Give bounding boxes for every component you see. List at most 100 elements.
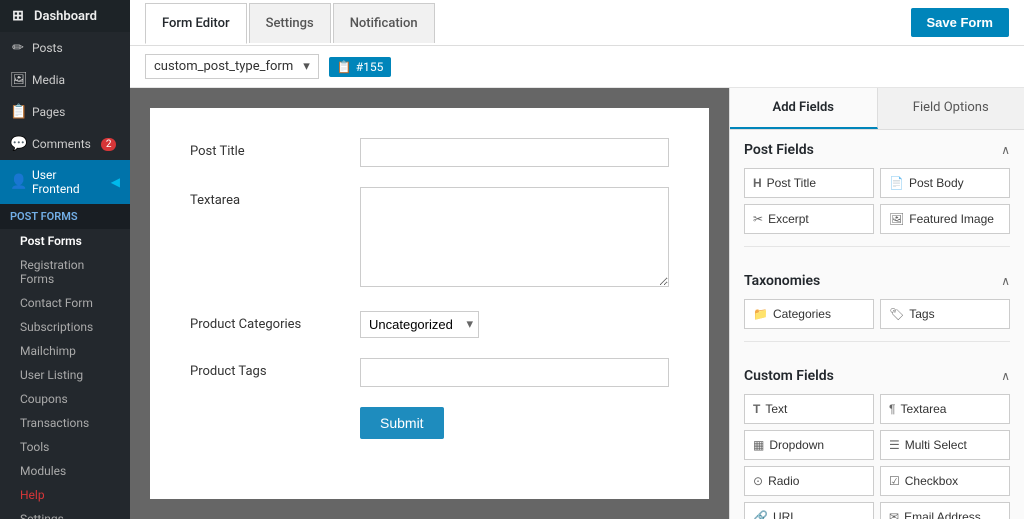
form-id-clipboard-icon: 📋 (337, 60, 352, 74)
text-icon: T (753, 402, 760, 416)
submit-label-spacer (190, 407, 340, 413)
sidebar-item-media[interactable]: 🖼 Media (0, 64, 130, 96)
media-icon: 🖼 (10, 72, 26, 88)
sidebar-sub-contact-form[interactable]: Contact Form (0, 291, 130, 315)
main-area: Form Editor Settings Notification Save F… (130, 0, 1024, 519)
post-title-input[interactable] (360, 138, 669, 167)
sidebar-sub-user-listing[interactable]: User Listing (0, 363, 130, 387)
save-form-button[interactable]: Save Form (911, 8, 1009, 37)
sidebar-item-posts[interactable]: ✏ Posts (0, 32, 130, 64)
right-panel: Add Fields Field Options Post Fields ∧ H… (729, 88, 1024, 519)
field-btn-url[interactable]: 🔗 URL (744, 502, 874, 519)
field-btn-post-title[interactable]: H Post Title (744, 168, 874, 198)
field-btn-categories[interactable]: 📁 Categories (744, 299, 874, 329)
sidebar-item-comments[interactable]: 💬 Comments 2 (0, 128, 130, 160)
dropdown-arrow-icon: ▾ (303, 59, 310, 74)
sidebar-item-user-frontend[interactable]: 👤 User Frontend ◀ (0, 160, 130, 204)
sidebar-logo[interactable]: ⊞ Dashboard (0, 0, 130, 32)
tab-form-editor[interactable]: Form Editor (145, 3, 247, 44)
form-row-submit: Submit (190, 407, 669, 439)
post-title-icon: H (753, 176, 762, 190)
sidebar-sub-modules[interactable]: Modules (0, 459, 130, 483)
sidebar-sub-coupons[interactable]: Coupons (0, 387, 130, 411)
tab-settings[interactable]: Settings (249, 3, 331, 43)
multi-select-icon: ☰ (889, 438, 900, 452)
form-name-selector[interactable]: custom_post_type_form ▾ (145, 54, 319, 79)
field-btn-text[interactable]: T Text (744, 394, 874, 424)
textarea-icon: ¶ (889, 402, 895, 416)
sidebar-logo-label: Dashboard (34, 9, 97, 24)
taxonomies-title: Taxonomies (744, 273, 820, 289)
panel-tabs: Add Fields Field Options (730, 88, 1024, 130)
sidebar-sub-subscriptions[interactable]: Subscriptions (0, 315, 130, 339)
editor-area: Post Title Textarea Product Categories (130, 88, 1024, 519)
url-icon: 🔗 (753, 510, 768, 519)
post-fields-collapse-icon[interactable]: ∧ (1001, 143, 1010, 157)
form-canvas: Post Title Textarea Product Categories (150, 108, 709, 499)
form-canvas-wrap: Post Title Textarea Product Categories (130, 88, 729, 519)
field-btn-post-body[interactable]: 📄 Post Body (880, 168, 1010, 198)
panel-tab-add-fields[interactable]: Add Fields (730, 88, 878, 129)
dashboard-icon: ⊞ (10, 8, 26, 24)
user-frontend-icon: 👤 (10, 174, 26, 190)
field-btn-radio[interactable]: ⊙ Radio (744, 466, 874, 496)
field-textarea (360, 187, 669, 291)
form-row-textarea: Textarea (190, 187, 669, 291)
field-label-product-categories: Product Categories (190, 311, 340, 332)
main-tabs: Form Editor Settings Notification (145, 3, 437, 43)
field-btn-checkbox[interactable]: ☑ Checkbox (880, 466, 1010, 496)
product-categories-select[interactable]: Uncategorized (360, 311, 479, 338)
sidebar-sub-post-forms[interactable]: Post Forms (0, 229, 130, 253)
sidebar-sub-help[interactable]: Help (0, 483, 130, 507)
field-btn-email-address[interactable]: ✉ Email Address (880, 502, 1010, 519)
field-btn-excerpt[interactable]: ✂ Excerpt (744, 204, 874, 234)
textarea-input[interactable] (360, 187, 669, 287)
product-categories-select-wrap: Uncategorized ▾ (360, 311, 479, 338)
field-btn-featured-image[interactable]: 🖼 Featured Image (880, 204, 1010, 234)
field-btn-tags[interactable]: 🏷 Tags (880, 299, 1010, 329)
form-name-text: custom_post_type_form (154, 59, 293, 74)
sidebar-item-pages[interactable]: 📋 Pages (0, 96, 130, 128)
submit-button[interactable]: Submit (360, 407, 444, 439)
custom-fields-section: Custom Fields ∧ T Text ¶ Textarea ▦ Drop… (730, 356, 1024, 519)
post-forms-section-label: Post Forms (0, 204, 130, 229)
form-row-post-title: Post Title (190, 138, 669, 167)
product-tags-input[interactable] (360, 358, 669, 387)
custom-fields-grid: T Text ¶ Textarea ▦ Dropdown ☰ Multi Sel… (744, 394, 1010, 519)
email-icon: ✉ (889, 510, 899, 519)
pages-icon: 📋 (10, 104, 26, 120)
field-btn-multi-select[interactable]: ☰ Multi Select (880, 430, 1010, 460)
taxonomies-divider (744, 341, 1010, 342)
field-label-post-title: Post Title (190, 138, 340, 159)
field-label-product-tags: Product Tags (190, 358, 340, 379)
checkbox-icon: ☑ (889, 474, 900, 488)
field-btn-textarea[interactable]: ¶ Textarea (880, 394, 1010, 424)
post-fields-section: Post Fields ∧ H Post Title 📄 Post Body ✂… (730, 130, 1024, 261)
sidebar-sub-tools[interactable]: Tools (0, 435, 130, 459)
form-id-badge: 📋 #155 (329, 57, 392, 77)
posts-icon: ✏ (10, 40, 26, 56)
form-row-product-tags: Product Tags (190, 358, 669, 387)
custom-fields-collapse-icon[interactable]: ∧ (1001, 369, 1010, 383)
sidebar-sub-registration-forms[interactable]: Registration Forms (0, 253, 130, 291)
tab-notification[interactable]: Notification (333, 3, 435, 43)
dropdown-icon: ▦ (753, 438, 764, 452)
custom-fields-title: Custom Fields (744, 368, 834, 384)
taxonomies-collapse-icon[interactable]: ∧ (1001, 274, 1010, 288)
form-row-product-categories: Product Categories Uncategorized ▾ (190, 311, 669, 338)
field-product-tags (360, 358, 669, 387)
sidebar-sub-mailchimp[interactable]: Mailchimp (0, 339, 130, 363)
sidebar-sub-settings[interactable]: Settings (0, 507, 130, 519)
radio-icon: ⊙ (753, 474, 763, 488)
field-product-categories: Uncategorized ▾ (360, 311, 669, 338)
taxonomies-header: Taxonomies ∧ (744, 273, 1010, 289)
field-btn-dropdown[interactable]: ▦ Dropdown (744, 430, 874, 460)
featured-image-icon: 🖼 (889, 212, 904, 226)
comments-badge: 2 (101, 138, 117, 151)
panel-tab-field-options[interactable]: Field Options (878, 88, 1024, 129)
sidebar-sub-transactions[interactable]: Transactions (0, 411, 130, 435)
field-input-post-title (360, 138, 669, 167)
toolbar-row: custom_post_type_form ▾ 📋 #155 (130, 46, 1024, 88)
taxonomies-grid: 📁 Categories 🏷 Tags (744, 299, 1010, 329)
tabs-bar: Form Editor Settings Notification Save F… (130, 0, 1024, 46)
